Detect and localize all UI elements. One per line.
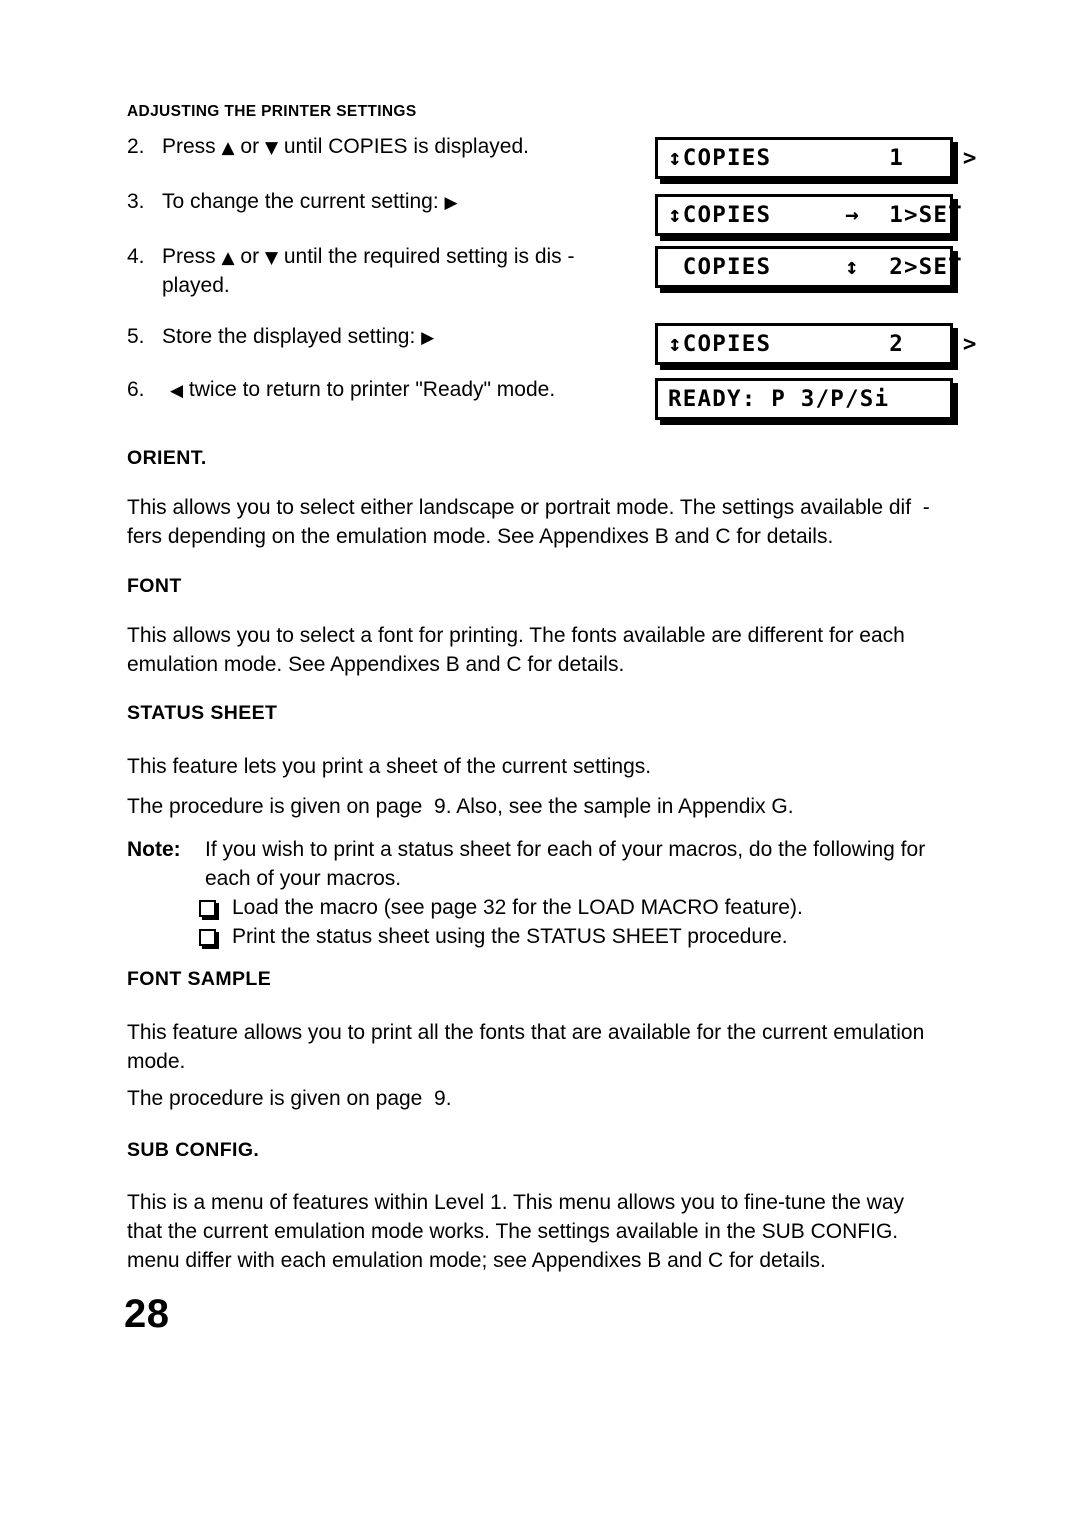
arrow-right-icon: ▶ <box>444 193 458 213</box>
body-line: fers depending on the emulation mode. Se… <box>127 525 834 548</box>
list-item: Print the status sheet using the STATUS … <box>127 922 957 951</box>
list-item: 4. Press ▲ or ▼ until the required setti… <box>127 243 627 299</box>
body-line: This allows you to select a font for pri… <box>127 624 905 647</box>
body-line: emulation mode. See Appendixes B and C f… <box>127 653 625 676</box>
manual-page: ADJUSTING THE PRINTER SETTINGS 2. Press … <box>0 0 1080 1528</box>
shadowed-square-bullet-icon <box>199 929 216 946</box>
section-heading-font-sample: FONT SAMPLE <box>127 968 272 990</box>
note-line: If you wish to print a status sheet for … <box>205 838 926 861</box>
step-text-part: until the required setting is dis - <box>278 245 575 268</box>
step-text-part: Store the displayed setting: <box>162 325 422 348</box>
arrow-right-icon: ▶ <box>421 328 435 348</box>
body-line: The procedure is given on page 9. Also, … <box>127 795 794 818</box>
body-line: This is a menu of features within Level … <box>127 1191 905 1214</box>
arrow-left-icon: ◀ <box>170 381 184 401</box>
step-text: Press ▲ or ▼ until COPIES is displayed. <box>162 133 627 162</box>
step-text-part: twice to return to printer "Ready" mode. <box>183 378 556 401</box>
step-text-part: or <box>234 135 265 158</box>
note-label: Note: <box>127 838 181 861</box>
list-item: Load the macro (see page 32 for the LOAD… <box>127 893 957 922</box>
step-text: Store the displayed setting: ▶ <box>162 323 627 352</box>
section-heading-status-sheet: STATUS SHEET <box>127 702 278 724</box>
lcd-display-panel: COPIES ↕ 2>SET <box>655 246 963 288</box>
step-number: 2. <box>127 135 145 158</box>
section-body-sub-config: This is a menu of features within Level … <box>127 1188 945 1275</box>
arrow-down-icon: ▼ <box>264 138 279 158</box>
body-line: that the current emulation mode works. T… <box>127 1220 899 1243</box>
bullet-text: Print the status sheet using the STATUS … <box>232 925 788 948</box>
bullet-text: Load the macro (see page 32 for the LOAD… <box>232 896 803 919</box>
list-item: 3. To change the current setting: ▶ <box>127 188 627 217</box>
step-text-continued: played. <box>162 274 230 297</box>
section-body-status-sheet: This feature lets you print a sheet of t… <box>127 752 945 781</box>
step-number: 6. <box>127 378 145 401</box>
step-text-part: Press <box>162 135 222 158</box>
list-item: 6. ◀ twice to return to printer "Ready" … <box>127 376 627 405</box>
step-number: 5. <box>127 325 145 348</box>
body-line: The procedure is given on page 9. <box>127 1087 452 1110</box>
step-number: 3. <box>127 190 145 213</box>
body-line: This feature allows you to print all the… <box>127 1021 925 1044</box>
procedure-step-list: 2. Press ▲ or ▼ until COPIES is displaye… <box>127 133 627 405</box>
step-text-part: To change the current setting: <box>162 190 445 213</box>
step-text: Press ▲ or ▼ until the required setting … <box>162 243 627 272</box>
lcd-display-text: COPIES ↕ 2>SET <box>668 254 963 280</box>
body-line: menu differ with each emulation mode; se… <box>127 1249 826 1272</box>
note-line: each of your macros. <box>205 867 402 890</box>
section-body-font-sample-2: The procedure is given on page 9. <box>127 1084 945 1113</box>
note-bullet-list: Load the macro (see page 32 for the LOAD… <box>127 893 957 951</box>
section-heading-sub-config: SUB CONFIG. <box>127 1139 260 1161</box>
section-heading-font: FONT <box>127 575 182 597</box>
body-line: This feature lets you print a sheet of t… <box>127 755 652 778</box>
section-body-orient: This allows you to select either landsca… <box>127 493 945 551</box>
list-item: 5. Store the displayed setting: ▶ <box>127 323 627 352</box>
lcd-display-text: ↕COPIES → 1>SET <box>668 202 963 228</box>
step-text: To change the current setting: ▶ <box>162 188 627 217</box>
lcd-display-text: READY: P 3/P/Si <box>668 386 890 412</box>
note-row: Note: If you wish to print a status shee… <box>127 835 957 893</box>
body-line: This allows you to select either landsca… <box>127 496 930 519</box>
section-body-status-sheet-2: The procedure is given on page 9. Also, … <box>127 792 945 821</box>
shadowed-square-bullet-icon <box>199 900 216 917</box>
step-text: ◀ twice to return to printer "Ready" mod… <box>162 376 627 405</box>
section-body-font-sample: This feature allows you to print all the… <box>127 1018 945 1076</box>
step-number: 4. <box>127 245 145 268</box>
step-text-part: Press <box>162 245 222 268</box>
note-block: Note: If you wish to print a status shee… <box>127 835 957 951</box>
lcd-display-text: ↕COPIES 1 > <box>668 145 978 171</box>
lcd-display-panel: ↕COPIES 1 > <box>655 137 978 179</box>
step-text-part: until COPIES is displayed. <box>278 135 529 158</box>
lcd-display-text: ↕COPIES 2 > <box>668 331 978 357</box>
running-head: ADJUSTING THE PRINTER SETTINGS <box>127 103 417 120</box>
list-item: 2. Press ▲ or ▼ until COPIES is displaye… <box>127 133 627 162</box>
step-text-part: or <box>234 245 265 268</box>
lcd-display-panel: ↕COPIES → 1>SET <box>655 194 963 236</box>
body-line: mode. <box>127 1050 186 1073</box>
arrow-up-icon: ▲ <box>221 248 235 268</box>
arrow-up-icon: ▲ <box>221 138 235 158</box>
section-heading-orient: ORIENT. <box>127 447 207 469</box>
arrow-down-icon: ▼ <box>264 248 279 268</box>
lcd-display-panel: READY: P 3/P/Si <box>655 378 953 420</box>
lcd-display-panel: ↕COPIES 2 > <box>655 323 978 365</box>
page-number: 28 <box>124 1292 170 1336</box>
section-body-font: This allows you to select a font for pri… <box>127 621 945 679</box>
